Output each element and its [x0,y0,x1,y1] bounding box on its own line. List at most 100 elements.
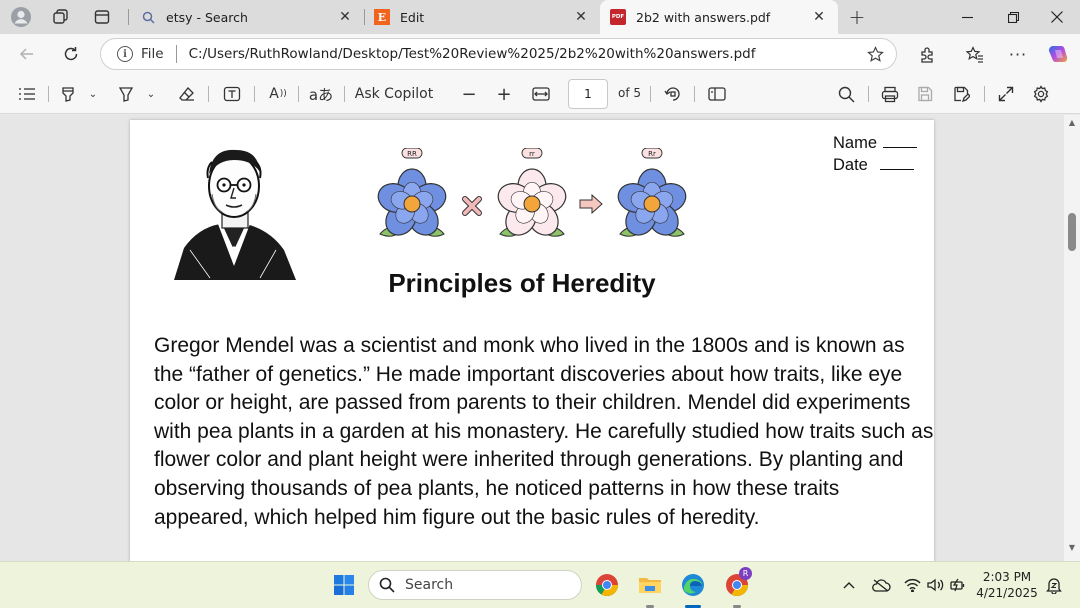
settings-gear-icon[interactable] [1030,82,1052,106]
flower-blue-icon [373,168,451,242]
print-icon[interactable] [879,82,901,106]
onedrive-cloud-icon[interactable] [870,574,892,596]
mendel-portrait-image [174,149,296,280]
read-aloud-icon[interactable]: A)) [266,82,290,106]
document-body-paragraph: Gregor Mendel was a scientist and monk w… [154,334,934,529]
taskbar-search-box[interactable]: Search [368,570,582,600]
etsy-logo-icon: E [374,9,390,25]
scroll-down-icon[interactable]: ▼ [1067,543,1077,553]
rotate-icon[interactable] [662,82,684,106]
tab-edit[interactable]: E Edit ✕ [364,0,600,34]
date-blank [879,156,914,170]
windows-taskbar: Search R 2:03 PM 4/21/2025 [0,561,1080,608]
address-field[interactable]: i File C:/Users/RuthRowland/Desktop/Test… [100,38,897,70]
copilot-icon[interactable] [1043,40,1073,68]
extensions-icon[interactable] [912,40,942,68]
profile-initial-badge: R [739,567,752,580]
scroll-thumb[interactable] [1068,213,1076,251]
tab-strip: etsy - Search ✕ E Edit ✕ PDF 2b2 with an… [0,0,1080,34]
favorites-icon[interactable] [960,40,990,68]
cross-symbol-icon [462,196,482,216]
chevron-down-icon[interactable]: ⌄ [86,82,100,106]
show-hidden-icons-icon[interactable] [840,574,858,596]
tab-actions-icon[interactable] [90,6,114,28]
chrome-profile-icon[interactable]: R [723,567,752,599]
close-window-icon[interactable] [1034,0,1080,34]
back-icon[interactable] [12,40,42,68]
flower-white-icon [493,168,571,242]
divider [344,86,345,102]
pdf-viewport[interactable]: RR rr Rr Name Date Principles of Heredit… [0,115,1064,561]
volume-icon[interactable] [925,574,945,596]
save-as-icon[interactable] [950,82,972,106]
close-icon[interactable]: ✕ [572,8,590,26]
favorite-star-icon[interactable] [867,45,884,63]
divider [868,86,869,102]
clock-date: 4/21/2025 [976,586,1038,600]
info-icon[interactable]: i [117,46,133,62]
divider [48,86,49,102]
tab-pdf[interactable]: PDF 2b2 with answers.pdf ✕ [600,0,838,34]
name-blank [883,134,918,148]
search-icon [379,577,395,593]
highlight-icon[interactable] [58,82,78,106]
page-count: of 5 [618,86,642,100]
page-number-input[interactable]: 1 [568,79,608,109]
page-view-icon[interactable] [706,82,728,106]
flower-blue-offspring-icon [613,168,691,242]
divider [254,86,255,102]
notifications-bell-icon[interactable] [1044,574,1064,596]
system-clock[interactable]: 2:03 PM 4/21/2025 [972,569,1042,601]
zoom-in-icon[interactable]: + [493,82,515,106]
date-label: Date [833,156,868,174]
translate-icon[interactable]: aあ [308,82,334,106]
search-label: Search [405,577,454,593]
pdf-icon: PDF [610,9,626,25]
fit-to-page-icon[interactable] [530,82,552,106]
battery-charging-icon[interactable] [948,574,968,596]
restore-icon[interactable] [990,0,1036,34]
find-icon[interactable] [835,82,857,106]
refresh-icon[interactable] [56,40,86,68]
chrome-icon[interactable] [593,571,621,599]
contents-icon[interactable] [16,82,38,106]
pdf-page: RR rr Rr Name Date Principles of Heredit… [130,120,934,561]
windows-start-icon[interactable] [330,571,358,599]
genotype-label-rr-hybrid: Rr [641,148,663,159]
url-text[interactable]: C:/Users/RuthRowland/Desktop/Test%20Revi… [189,46,867,62]
add-text-icon[interactable] [220,82,244,106]
divider [984,86,985,102]
workspaces-icon[interactable] [49,6,73,28]
divider [175,45,177,63]
close-icon[interactable]: ✕ [810,8,828,26]
profile-avatar-icon[interactable] [9,6,33,28]
vertical-scrollbar[interactable]: ▲ ▼ [1064,115,1080,561]
save-icon[interactable] [914,82,936,106]
more-options-icon[interactable]: ··· [1003,40,1033,68]
chevron-down-icon[interactable]: ⌄ [144,82,158,106]
tab-separator [128,9,129,25]
close-icon[interactable]: ✕ [336,8,354,26]
ask-copilot-button[interactable]: Ask Copilot [354,82,434,106]
address-bar-row: i File C:/Users/RuthRowland/Desktop/Test… [0,34,1080,74]
genotype-label-rr-dominant: RR [401,148,423,159]
eraser-icon[interactable] [176,82,198,106]
wifi-icon[interactable] [902,574,922,596]
divider [208,86,209,102]
fullscreen-icon[interactable] [995,82,1017,106]
scroll-up-icon[interactable]: ▲ [1067,118,1077,128]
genotype-label-rr-recessive: rr [521,148,543,159]
zoom-out-icon[interactable]: − [458,82,480,106]
file-explorer-icon[interactable] [636,571,664,599]
svg-text:Rr: Rr [648,150,656,158]
divider [298,86,299,102]
minimize-icon[interactable] [944,0,990,34]
clock-time: 2:03 PM [982,570,1032,584]
name-label: Name [833,134,878,152]
edge-browser-icon[interactable] [679,571,707,599]
tab-etsy-search[interactable]: etsy - Search ✕ [130,0,364,34]
svg-text:RR: RR [407,150,417,158]
new-tab-icon[interactable]: + [845,5,869,29]
draw-icon[interactable] [116,82,136,106]
document-title: Principles of Heredity [388,268,656,298]
